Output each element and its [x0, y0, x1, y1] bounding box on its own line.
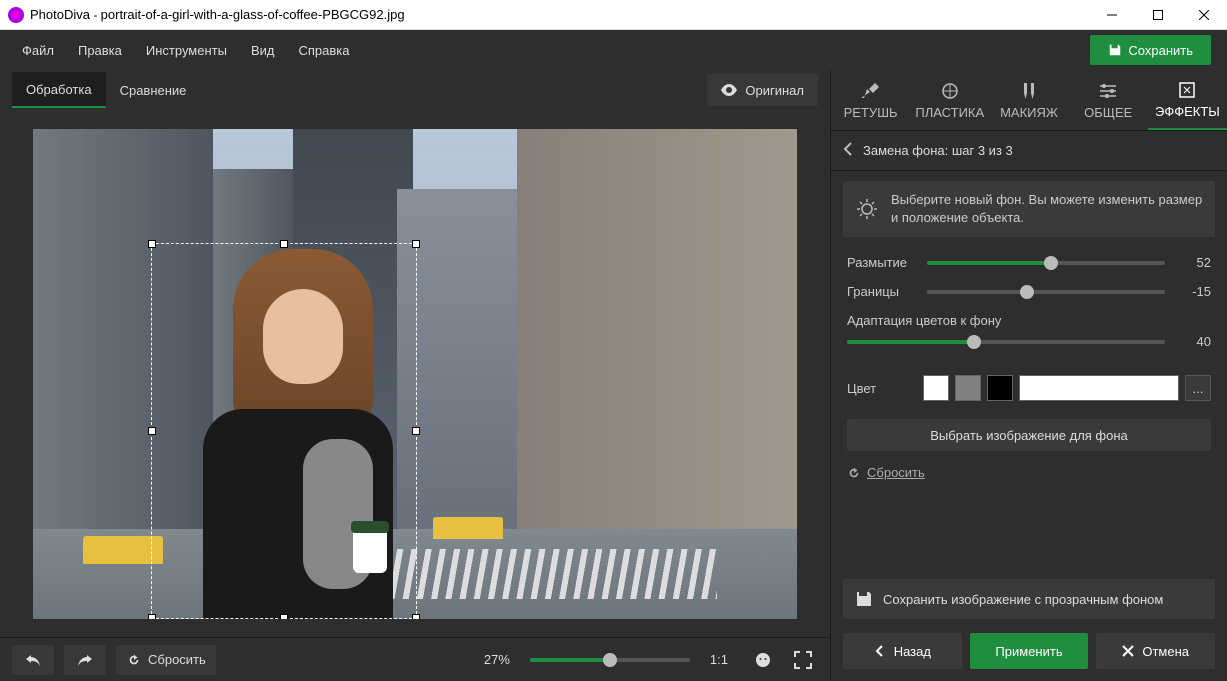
app-logo-icon	[8, 7, 24, 23]
tab-compare[interactable]: Сравнение	[106, 72, 201, 108]
hint-box: Выберите новый фон. Вы можете изменить р…	[843, 181, 1215, 237]
close-icon	[1122, 645, 1134, 657]
selection-handle[interactable]	[412, 427, 420, 435]
reset-button[interactable]: Сбросить	[116, 645, 216, 675]
color-more-button[interactable]: ...	[1185, 375, 1211, 401]
step-label: Замена фона: шаг 3 из 3	[863, 143, 1013, 158]
color-swatch-white[interactable]	[923, 375, 949, 401]
selection-handle[interactable]	[280, 240, 288, 248]
fit-face-button[interactable]	[748, 645, 778, 675]
cancel-button[interactable]: Отмена	[1096, 633, 1215, 669]
makeup-icon	[1019, 81, 1039, 101]
view-tabs: Обработка Сравнение Оригинал	[0, 70, 830, 110]
save-alpha-icon	[855, 590, 873, 608]
selection-handle[interactable]	[412, 614, 420, 619]
slider-blur: Размытие 52	[847, 255, 1211, 270]
selection-handle[interactable]	[148, 614, 156, 619]
tool-tab-retouch[interactable]: РЕТУШЬ	[831, 70, 910, 130]
save-button[interactable]: Сохранить	[1090, 35, 1211, 65]
selection-handle[interactable]	[148, 240, 156, 248]
save-transparent-button[interactable]: Сохранить изображение с прозрачным фоном	[843, 579, 1215, 619]
window-maximize-button[interactable]	[1135, 0, 1181, 30]
reset-link[interactable]: Сбросить	[831, 457, 1227, 488]
slider-adapt-track[interactable]	[847, 340, 1165, 344]
undo-icon	[25, 653, 41, 667]
tab-process[interactable]: Обработка	[12, 72, 106, 108]
slider-adapt-value: 40	[1175, 334, 1211, 349]
color-preview[interactable]	[1019, 375, 1179, 401]
menu-help[interactable]: Справка	[286, 30, 361, 70]
tool-tab-effects[interactable]: ЭФФЕКТЫ	[1148, 70, 1227, 130]
fullscreen-icon	[794, 651, 812, 669]
reset-icon	[126, 653, 142, 667]
step-back-button[interactable]	[843, 142, 853, 159]
tool-tab-plastic[interactable]: ПЛАСТИКА	[910, 70, 989, 130]
fullscreen-button[interactable]	[788, 645, 818, 675]
slider-borders: Границы -15	[847, 284, 1211, 299]
original-button[interactable]: Оригинал	[707, 74, 818, 106]
slider-blur-track[interactable]	[927, 261, 1165, 265]
selection-handle[interactable]	[412, 240, 420, 248]
hint-text: Выберите новый фон. Вы можете изменить р…	[891, 191, 1203, 227]
redo-icon	[77, 653, 93, 667]
tool-tab-general[interactable]: ОБЩЕЕ	[1069, 70, 1148, 130]
color-row: Цвет ...	[831, 371, 1227, 413]
redo-button[interactable]	[64, 645, 106, 675]
retouch-icon	[861, 81, 881, 101]
window-close-button[interactable]	[1181, 0, 1227, 30]
selection-handle[interactable]	[280, 614, 288, 619]
window-minimize-button[interactable]	[1089, 0, 1135, 30]
window-titlebar: PhotoDiva - portrait-of-a-girl-with-a-gl…	[0, 0, 1227, 30]
selection-box[interactable]	[151, 243, 417, 619]
window-title: PhotoDiva - portrait-of-a-girl-with-a-gl…	[30, 7, 1089, 22]
tool-tab-makeup[interactable]: МАКИЯЖ	[989, 70, 1068, 130]
zoom-fit-label[interactable]: 1:1	[710, 652, 728, 667]
undo-button[interactable]	[12, 645, 54, 675]
choose-bg-button[interactable]: Выбрать изображение для фона	[847, 419, 1211, 451]
save-icon	[1108, 43, 1122, 57]
selection-handle[interactable]	[148, 427, 156, 435]
face-icon	[754, 651, 772, 669]
tool-tabs: РЕТУШЬ ПЛАСТИКА МАКИЯЖ ОБЩЕЕ ЭФФЕКТЫ	[831, 70, 1227, 131]
footer-buttons: Назад Применить Отмена	[831, 625, 1227, 681]
canvas-area	[0, 110, 830, 637]
reset-icon	[847, 466, 861, 480]
slider-adapt: Адаптация цветов к фону 40	[847, 313, 1211, 349]
slider-borders-value: -15	[1175, 284, 1211, 299]
menu-file[interactable]: Файл	[10, 30, 66, 70]
apply-button[interactable]: Применить	[970, 633, 1089, 669]
image-canvas[interactable]	[33, 129, 797, 619]
slider-borders-track[interactable]	[927, 290, 1165, 294]
slider-blur-value: 52	[1175, 255, 1211, 270]
eye-icon	[721, 84, 737, 96]
zoom-slider[interactable]	[530, 658, 690, 662]
sliders-icon	[1098, 81, 1118, 101]
color-swatch-black[interactable]	[987, 375, 1013, 401]
color-swatch-gray[interactable]	[955, 375, 981, 401]
chevron-left-icon	[874, 645, 886, 657]
menu-tools[interactable]: Инструменты	[134, 30, 239, 70]
color-label: Цвет	[847, 381, 917, 396]
plastic-icon	[940, 81, 960, 101]
menubar: Файл Правка Инструменты Вид Справка Сохр…	[0, 30, 1227, 70]
lightbulb-icon	[855, 197, 879, 221]
step-header: Замена фона: шаг 3 из 3	[831, 131, 1227, 171]
back-button[interactable]: Назад	[843, 633, 962, 669]
effects-icon	[1177, 80, 1197, 100]
menu-edit[interactable]: Правка	[66, 30, 134, 70]
menu-view[interactable]: Вид	[239, 30, 287, 70]
side-panel: РЕТУШЬ ПЛАСТИКА МАКИЯЖ ОБЩЕЕ ЭФФЕКТЫ Зам…	[830, 70, 1227, 681]
zoom-value: 27%	[484, 652, 510, 667]
bottom-toolbar: Сбросить 27% 1:1	[0, 637, 830, 681]
chevron-left-icon	[843, 142, 853, 156]
